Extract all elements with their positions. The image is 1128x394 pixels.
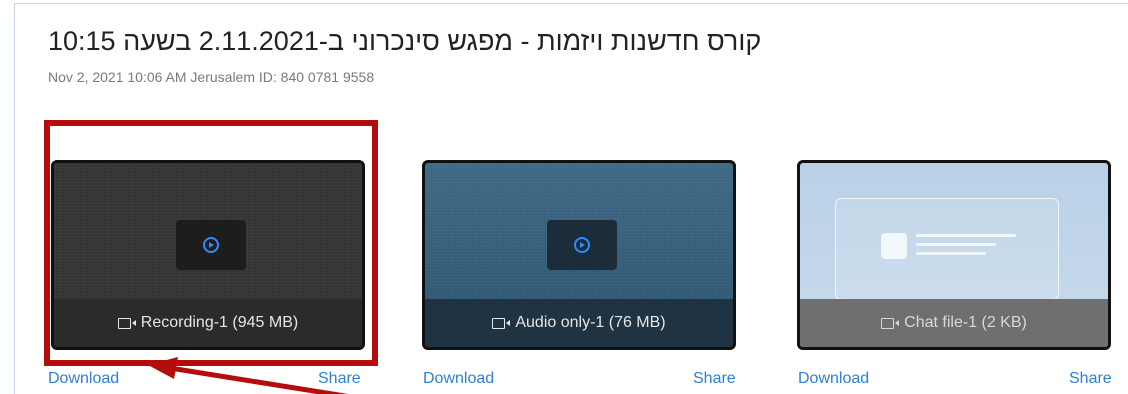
- video-icon: [492, 317, 511, 329]
- play-button[interactable]: [547, 220, 617, 270]
- download-link[interactable]: Download: [48, 370, 119, 388]
- chat-document-illustration: [835, 198, 1059, 300]
- share-link[interactable]: Share: [318, 370, 361, 388]
- video-icon: [881, 317, 900, 329]
- chat-card[interactable]: Chat file-1 (2 KB): [797, 160, 1111, 350]
- audio-card[interactable]: Audio only-1 (76 MB): [422, 160, 736, 350]
- file-name-bar: Chat file-1 (2 KB): [800, 299, 1108, 347]
- file-label: Audio only-1 (76 MB): [515, 314, 666, 331]
- file-name-bar: Audio only-1 (76 MB): [425, 299, 733, 347]
- share-link[interactable]: Share: [693, 370, 736, 388]
- meeting-title: קורס חדשנות ויזמות - מפגש סינכרוני ב-2.1…: [48, 26, 762, 56]
- play-icon: [574, 237, 590, 253]
- chat-line-placeholder: [916, 243, 996, 246]
- recordings-page: קורס חדשנות ויזמות - מפגש סינכרוני ב-2.1…: [0, 0, 1128, 394]
- highlight-annotation-box: [44, 120, 378, 366]
- chat-avatar-placeholder: [881, 233, 907, 259]
- panel-border-top: [14, 3, 1128, 4]
- file-label: Chat file-1 (2 KB): [904, 314, 1027, 331]
- download-link[interactable]: Download: [423, 370, 494, 388]
- download-link[interactable]: Download: [798, 370, 869, 388]
- meeting-meta: Nov 2, 2021 10:06 AM Jerusalem ID: 840 0…: [48, 69, 375, 85]
- panel-border-left: [14, 3, 15, 394]
- share-link[interactable]: Share: [1069, 370, 1112, 388]
- chat-line-placeholder: [916, 234, 1016, 237]
- chat-line-placeholder: [916, 252, 986, 255]
